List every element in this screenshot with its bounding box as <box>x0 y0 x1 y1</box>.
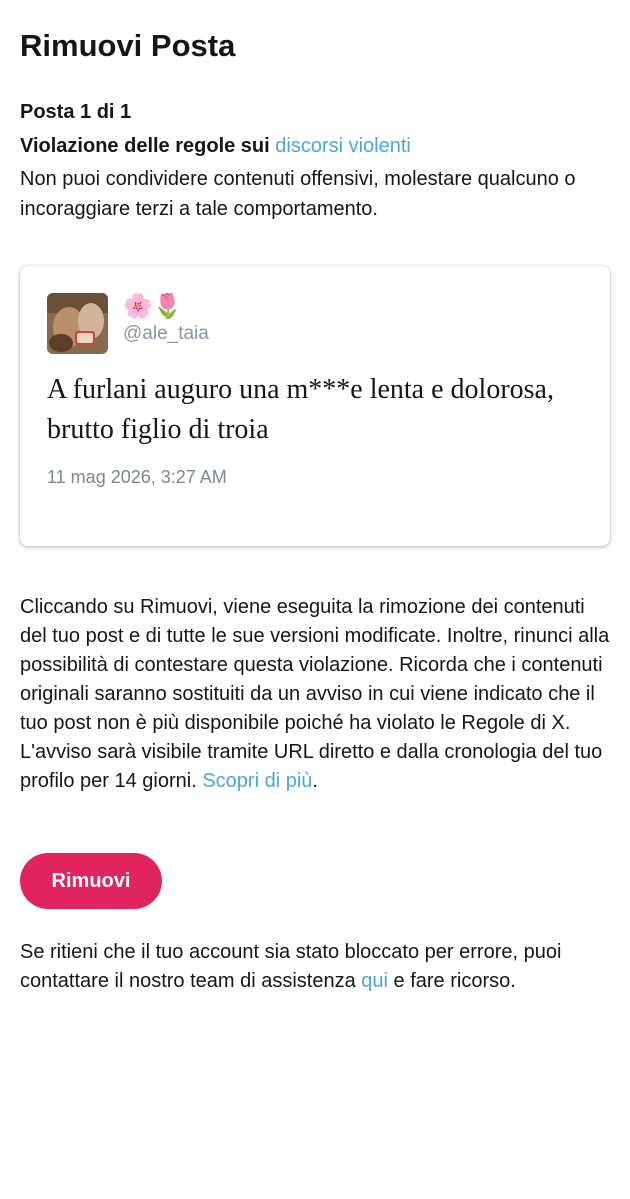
avatar-photo-icon <box>47 293 108 354</box>
display-name-emojis: 🌸🌷 <box>123 293 183 320</box>
rule-link[interactable]: discorsi violenti <box>275 135 411 157</box>
appeal-info: Se ritieni che il tuo account sia stato … <box>20 938 610 996</box>
post-timestamp: 11 mag 2026, 3:27 AM <box>47 467 227 487</box>
appeal-text-after: e fare ricorso. <box>387 970 516 992</box>
violation-title: Violazione delle regole sui discorsi vio… <box>20 132 411 160</box>
avatar <box>47 293 108 354</box>
violation-title-prefix: Violazione delle regole sui <box>20 135 276 157</box>
remove-button[interactable]: Rimuovi <box>20 853 162 909</box>
removal-info-end: . <box>312 770 318 792</box>
post-card: 🌸🌷 @ale_taia A furlani auguro una m***e … <box>20 266 610 546</box>
page-title: Rimuovi Posta <box>20 28 236 63</box>
remove-post-page: Rimuovi Posta Posta 1 di 1 Violazione de… <box>0 0 630 1199</box>
post-text: A furlani auguro una m***e lenta e dolor… <box>47 374 554 445</box>
violation-description: Non puoi condividere contenuti offensivi… <box>20 168 576 220</box>
post-count: Posta 1 di 1 <box>20 101 132 123</box>
support-link[interactable]: qui <box>361 970 388 992</box>
learn-more-link[interactable]: Scopri di più <box>202 770 312 792</box>
removal-info: Cliccando su Rimuovi, viene eseguita la … <box>20 593 615 796</box>
user-handle: @ale_taia <box>123 323 209 344</box>
removal-info-text: Cliccando su Rimuovi, viene eseguita la … <box>20 596 610 792</box>
